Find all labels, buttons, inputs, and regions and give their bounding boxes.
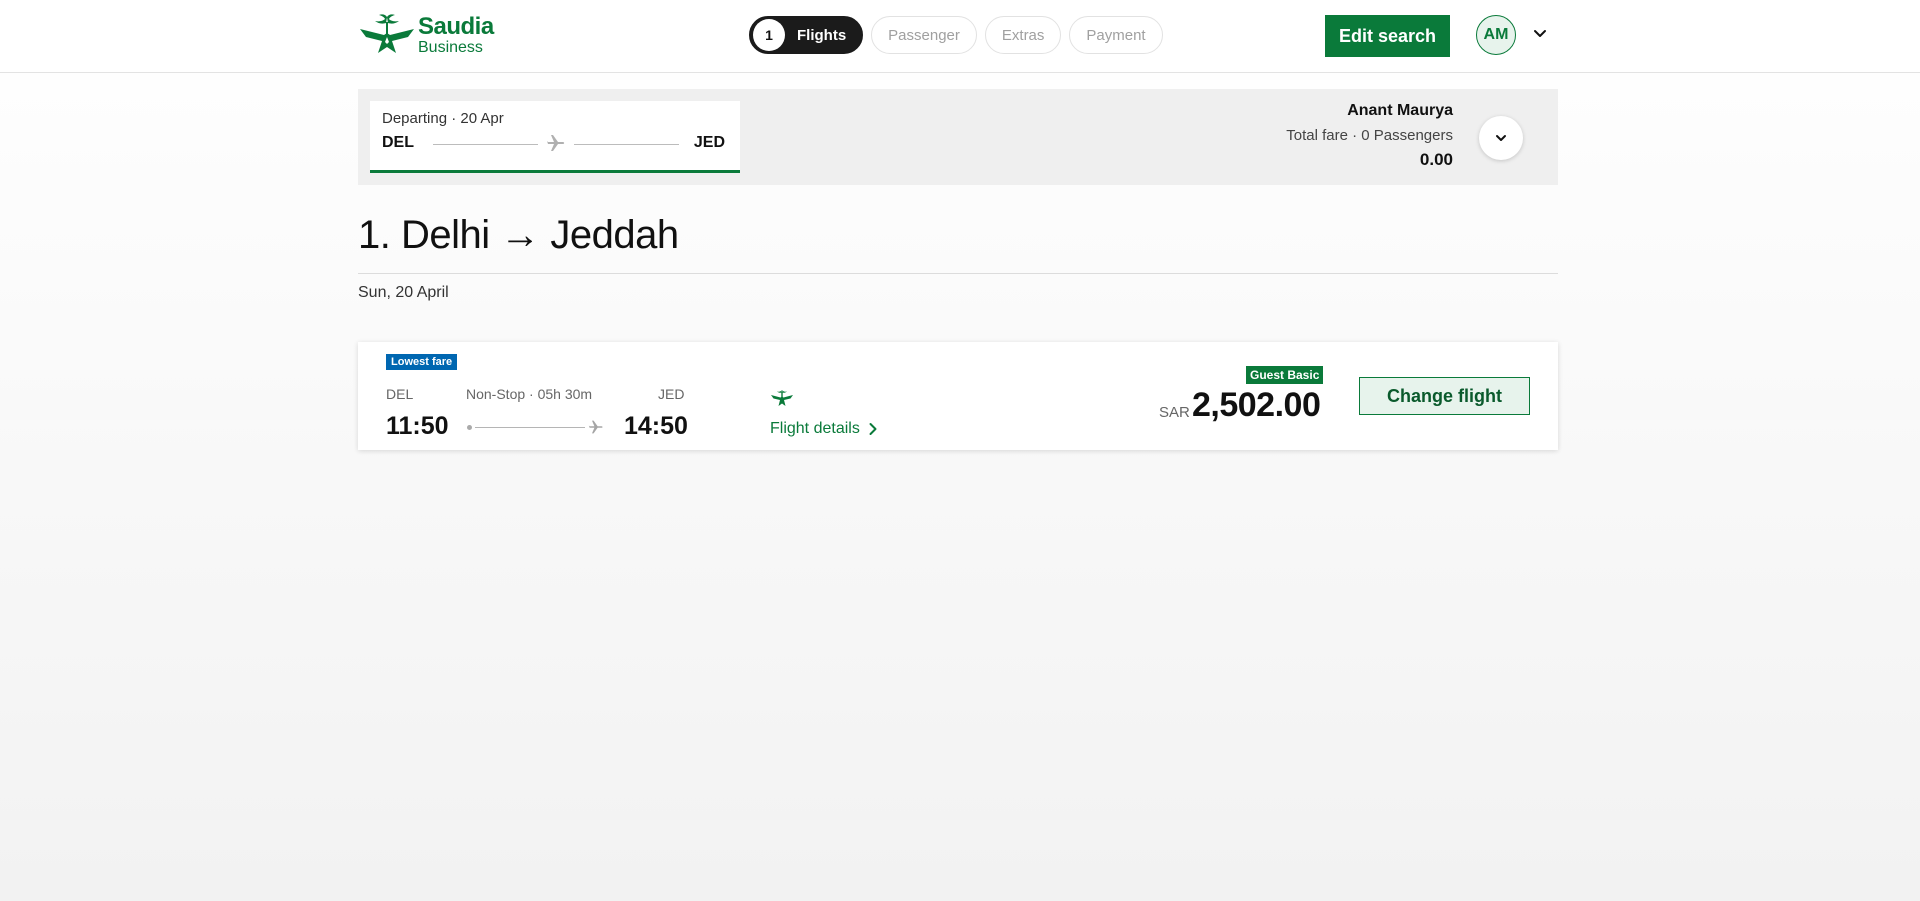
total-fare-value: 0.00: [1419, 150, 1453, 169]
saudia-logo-icon: [360, 14, 414, 53]
segment-destination: JED: [693, 134, 725, 151]
currency-code: SAR: [1159, 404, 1190, 421]
plane-icon: [547, 135, 565, 151]
passenger-name: Anant Maurya: [1347, 102, 1453, 119]
step-label: Extras: [1001, 26, 1045, 44]
stop-duration: Non-Stop · 05h 30m: [466, 386, 593, 402]
arrival-time: 14:50: [624, 412, 688, 440]
plane-icon: [588, 420, 603, 434]
expand-summary-button[interactable]: [1479, 116, 1523, 160]
total-fare-label: Total fare · 0 Passengers: [1286, 127, 1453, 144]
logo-text: Saudia Business: [418, 12, 494, 56]
booking-steps: 1 Flights Passenger Extras Payment: [749, 16, 1163, 54]
edit-search-button[interactable]: Edit search: [1325, 15, 1450, 57]
segment-line: [433, 144, 538, 145]
flight-details-label: Flight details: [770, 420, 860, 437]
logo-brand: Saudia: [418, 12, 494, 40]
step-flights[interactable]: 1 Flights: [749, 16, 864, 54]
step-number: 1: [753, 19, 785, 51]
segment-date: Departing · 20 Apr: [382, 110, 504, 127]
change-flight-button[interactable]: Change flight: [1359, 377, 1530, 415]
chevron-down-icon: [1496, 135, 1506, 141]
step-payment[interactable]: Payment: [1069, 16, 1163, 54]
chevron-right-icon: [869, 423, 877, 435]
saudia-business-logo[interactable]: Saudia Business: [358, 12, 498, 58]
route-date: Sun, 20 April: [358, 284, 449, 301]
route-start-dot: [467, 425, 472, 430]
logo-sub: Business: [418, 38, 483, 56]
step-label: Passenger: [888, 26, 960, 44]
route-title: 1. Delhi → Jeddah: [358, 213, 679, 257]
fare-type-badge: Guest Basic: [1246, 366, 1324, 384]
top-header: Saudia Business 1 Flights Passenger Extr…: [0, 0, 1920, 73]
departure-time: 11:50: [386, 412, 449, 440]
trip-summary-bar: Departing · 20 Apr DEL JED Anant Maurya …: [358, 89, 1558, 185]
flight-details-link[interactable]: Flight details: [770, 420, 878, 438]
route-line: [475, 427, 585, 428]
user-avatar[interactable]: AM: [1476, 15, 1516, 55]
step-label: Flights: [797, 26, 847, 44]
arrival-code: JED: [658, 386, 685, 402]
segment-line: [574, 144, 679, 145]
segment-tab-departing[interactable]: Departing · 20 Apr DEL JED: [370, 101, 740, 173]
flight-price: 2,502.00: [1192, 386, 1321, 424]
lowest-fare-badge: Lowest fare: [386, 354, 458, 370]
flight-card[interactable]: Lowest fare DEL 11:50 Non-Stop · 05h 30m…: [358, 342, 1558, 450]
segment-origin: DEL: [382, 134, 414, 151]
step-passenger[interactable]: Passenger: [871, 16, 977, 54]
divider: [358, 273, 1558, 274]
airline-icon: [771, 390, 793, 406]
step-extras[interactable]: Extras: [984, 16, 1062, 54]
chevron-down-icon[interactable]: [1532, 26, 1548, 42]
departure-code: DEL: [386, 386, 414, 402]
step-label: Payment: [1086, 26, 1146, 44]
